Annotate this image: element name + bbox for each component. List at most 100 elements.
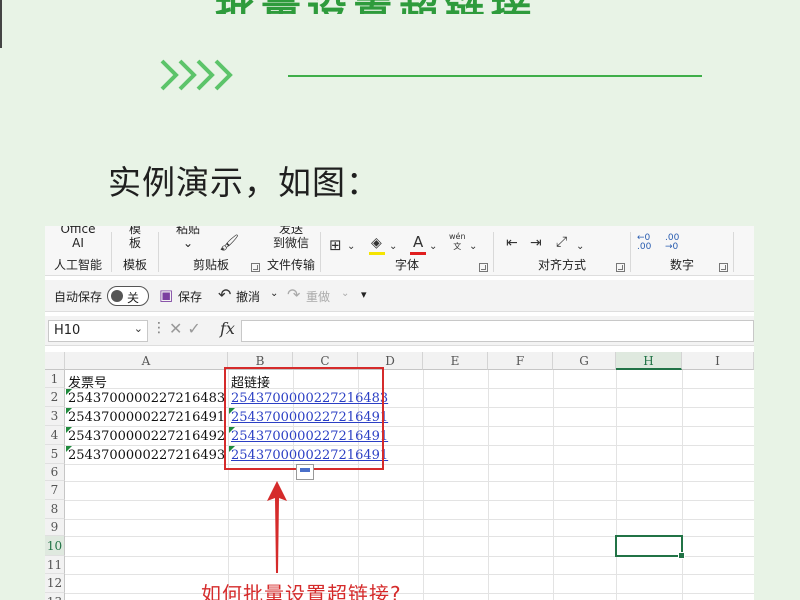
cell-a5[interactable]: 2543700000227216493 xyxy=(68,448,225,463)
row-header-9[interactable]: 9 xyxy=(45,519,65,536)
ribbon-group-template[interactable]: 模 板 模板 xyxy=(112,226,158,275)
ribbon-group-ai[interactable]: Office AI 人工智能 xyxy=(45,226,111,275)
column-header-i[interactable]: I xyxy=(682,352,754,370)
row-header-8[interactable]: 8 xyxy=(45,500,65,519)
customize-qat-icon[interactable]: ▾ xyxy=(361,288,367,301)
cell-a3[interactable]: 2543700000227216491 xyxy=(68,410,225,425)
more-options-icon[interactable]: ⋮ xyxy=(152,320,166,336)
autosave-toggle[interactable]: 关 xyxy=(107,286,149,306)
ribbon-group-label: 字体 xyxy=(394,258,419,272)
row-header-12[interactable]: 12 xyxy=(45,574,65,593)
font-launcher-icon[interactable] xyxy=(479,263,488,272)
red-arrow-icon xyxy=(267,481,287,573)
cancel-confirm-icons[interactable]: ✕✓ xyxy=(169,319,206,338)
name-box[interactable]: H10 ⌄ xyxy=(48,320,148,342)
selected-cell-h10[interactable] xyxy=(615,535,685,559)
template-button[interactable]: 模 板 xyxy=(112,226,158,250)
save-button[interactable]: 保存 xyxy=(178,288,202,305)
cell-a1[interactable]: 发票号 xyxy=(68,372,107,391)
ribbon-group-file-transfer[interactable]: 发送 到微信 文件传输 xyxy=(263,226,319,275)
ribbon-group-alignment: ⇤ ⇥ ⤢ ⌄ 对齐方式 xyxy=(494,226,630,275)
column-header-a[interactable]: A xyxy=(65,352,228,370)
row-header-10[interactable]: 10 xyxy=(45,536,65,556)
row-header-7[interactable]: 7 xyxy=(45,481,65,500)
ribbon-group-number: ←0.00 .00 →0 数字 xyxy=(631,226,733,275)
ribbon-group-label: 人工智能 xyxy=(53,258,102,272)
grid-line xyxy=(553,370,554,600)
column-header-g[interactable]: G xyxy=(553,352,616,370)
office-ai-button[interactable]: Office AI xyxy=(45,226,111,250)
number-launcher-icon[interactable] xyxy=(719,263,728,272)
redo-icon[interactable]: ↷ xyxy=(287,285,300,304)
grid-line xyxy=(616,370,617,600)
ribbon-group-label: 数字 xyxy=(669,258,694,272)
cell-a4[interactable]: 2543700000227216492 xyxy=(68,429,225,444)
column-header-e[interactable]: E xyxy=(423,352,488,370)
chevron-down-icon[interactable]: ⌄ xyxy=(134,322,143,335)
send-to-wechat-button[interactable]: 发送 到微信 xyxy=(263,226,319,250)
error-indicator-icon xyxy=(66,408,72,414)
fill-color-bar xyxy=(369,252,385,255)
ribbon-group-label: 模板 xyxy=(122,258,147,272)
decrease-decimal-icon[interactable]: .00 →0 xyxy=(665,234,679,252)
format-painter-icon[interactable]: 🖌 xyxy=(219,235,239,251)
orientation-icon[interactable]: ⤢ xyxy=(556,235,567,249)
column-header-h[interactable]: H xyxy=(616,352,682,370)
grid-line xyxy=(65,407,754,408)
ribbon: Office AI 人工智能 模 板 模板 粘贴 ⌄ 🖌 剪贴板 发送 到微信 … xyxy=(45,226,754,276)
row-header-1[interactable]: 1 xyxy=(45,370,65,388)
quick-access-toolbar: 自动保存 关 ▣ 保存 ↶ 撤消 ⌄ ↷ 重做 ⌄ ▾ xyxy=(45,280,754,312)
row-header-5[interactable]: 5 xyxy=(45,445,65,464)
toggle-knob xyxy=(111,290,123,302)
ribbon-group-label: 剪贴板 xyxy=(192,258,229,272)
fill-color-icon[interactable]: ◈ xyxy=(371,236,382,250)
row-header-4[interactable]: 4 xyxy=(45,426,65,445)
clipboard-launcher-icon[interactable] xyxy=(251,263,260,272)
column-header-f[interactable]: F xyxy=(488,352,553,370)
increase-decimal-icon[interactable]: ←0.00 xyxy=(637,234,651,252)
chevron-down-icon[interactable]: ⌄ xyxy=(347,240,355,254)
grid-line xyxy=(65,481,754,482)
grid-line xyxy=(65,445,754,446)
paste-options-icon[interactable] xyxy=(296,464,314,480)
grid-line xyxy=(488,370,489,600)
chevron-down-icon[interactable]: ⌄ xyxy=(341,288,349,299)
grid-line xyxy=(65,500,754,501)
grid-line xyxy=(65,593,754,594)
borders-icon[interactable]: ⊞ xyxy=(329,238,342,253)
excel-window: Office AI 人工智能 模 板 模板 粘贴 ⌄ 🖌 剪贴板 发送 到微信 … xyxy=(45,226,754,600)
cell-a2[interactable]: 2543700000227216483 xyxy=(68,391,225,406)
chevron-down-icon[interactable]: ⌄ xyxy=(576,240,584,254)
annotation-question: 如何批量设置超链接? xyxy=(201,582,402,600)
ribbon-group-font: ⊞ ⌄ ◈ ⌄ A ⌄ wén 文 ⌄ 字体 xyxy=(321,226,493,275)
paste-button[interactable]: 粘贴 ⌄ xyxy=(165,226,211,250)
redo-button[interactable]: 重做 xyxy=(306,288,330,305)
formula-bar: H10 ⌄ ⋮ ✕✓ fx xyxy=(45,316,754,346)
row-header-13[interactable]: 13 xyxy=(45,593,65,600)
undo-button[interactable]: 撤消 xyxy=(236,288,260,305)
row-header-6[interactable]: 6 xyxy=(45,464,65,481)
chevron-down-icon[interactable]: ⌄ xyxy=(429,240,437,254)
decrease-indent-icon[interactable]: ⇤ xyxy=(506,236,518,250)
save-icon[interactable]: ▣ xyxy=(159,286,173,304)
grid-line xyxy=(65,464,754,465)
phonetic-guide-icon[interactable]: wén 文 xyxy=(449,232,466,252)
grid-line xyxy=(682,370,683,600)
select-all-corner[interactable] xyxy=(45,352,65,370)
insert-function-button[interactable]: fx xyxy=(220,319,235,338)
font-color-bar xyxy=(410,252,426,255)
grid-line xyxy=(65,388,754,389)
chevron-down-icon[interactable]: ⌄ xyxy=(270,288,278,299)
font-color-icon[interactable]: A xyxy=(413,235,423,250)
chevron-down-icon[interactable]: ⌄ xyxy=(389,240,397,254)
increase-indent-icon[interactable]: ⇥ xyxy=(530,236,542,250)
section-heading: 实例演示，如图： xyxy=(108,163,380,202)
formula-input[interactable] xyxy=(241,320,754,342)
alignment-launcher-icon[interactable] xyxy=(616,263,625,272)
chevron-down-icon[interactable]: ⌄ xyxy=(469,240,477,254)
undo-icon[interactable]: ↶ xyxy=(218,285,231,304)
row-header-2[interactable]: 2 xyxy=(45,388,65,407)
row-header-11[interactable]: 11 xyxy=(45,556,65,574)
row-header-3[interactable]: 3 xyxy=(45,407,65,426)
decorative-line xyxy=(288,75,702,77)
